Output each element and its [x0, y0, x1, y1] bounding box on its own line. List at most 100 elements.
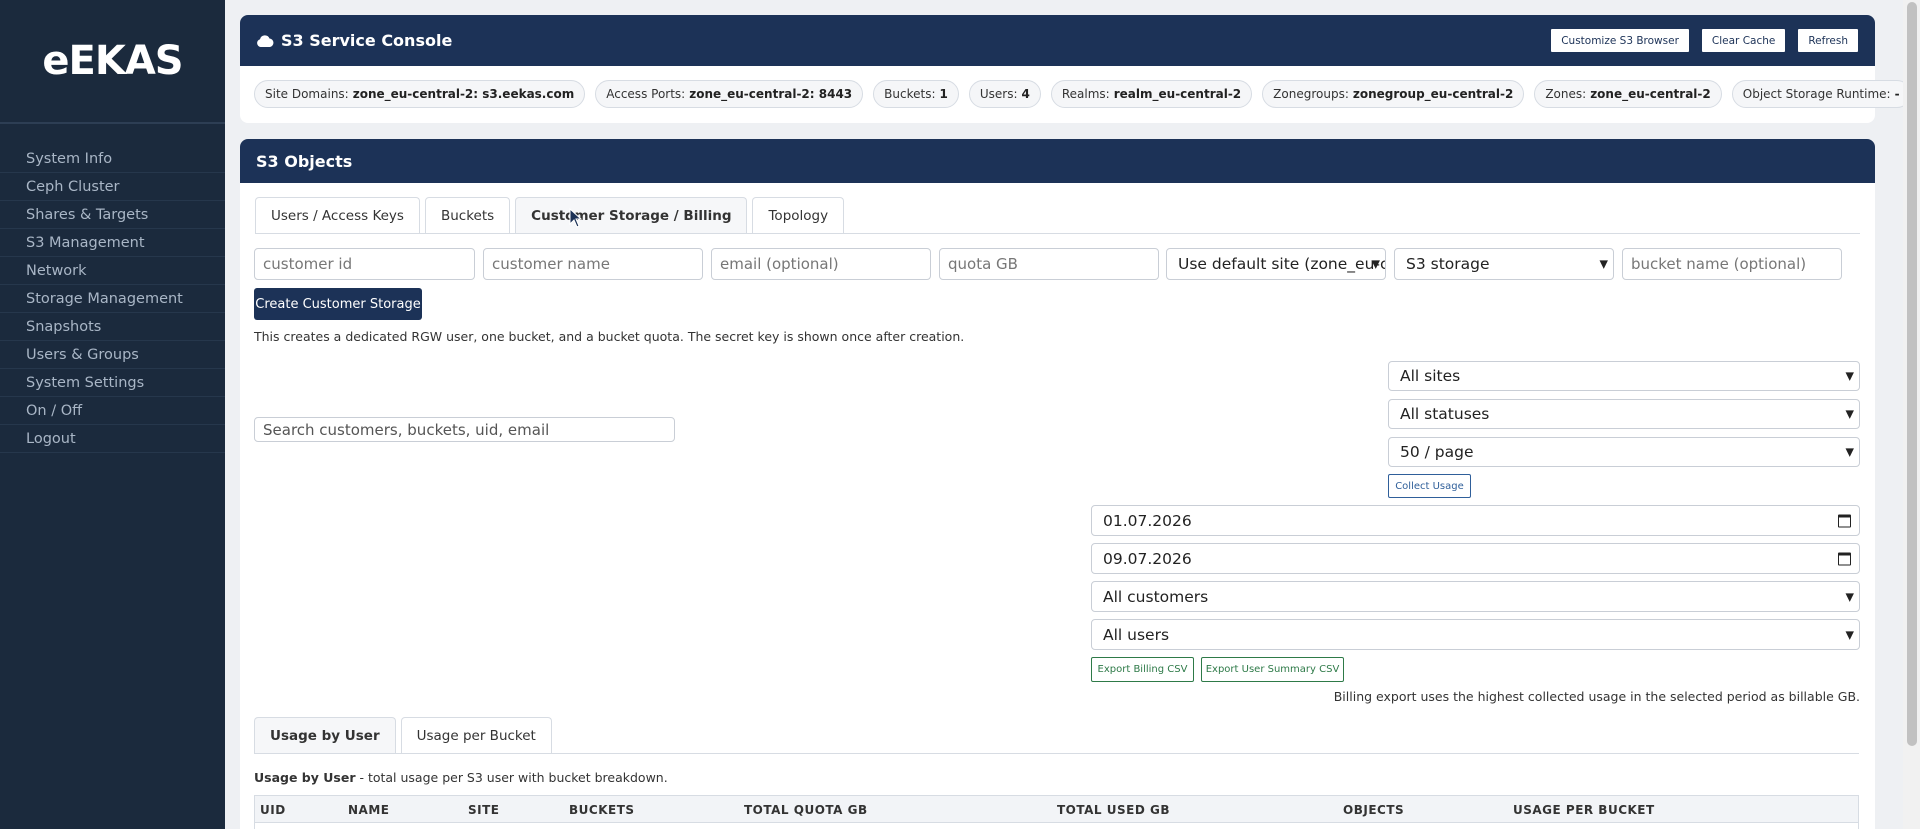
status-filter-value: All statuses: [1400, 405, 1490, 423]
usage-table-header: UID NAME SITE BUCKETS TOTAL QUOTA GB TOT…: [254, 795, 1859, 823]
chip-realms: Realms: realm_eu-central-2: [1050, 80, 1253, 108]
status-chips: Site Domains: zone_eu-central-2: s3.eekas…: [254, 80, 1911, 108]
sidebar-item-system-info[interactable]: System Info: [0, 145, 225, 173]
tab-usage-per-bucket[interactable]: Usage per Bucket: [400, 717, 552, 753]
chip-label: Access Ports:: [606, 87, 686, 101]
chevron-down-icon: ▼: [1845, 628, 1854, 641]
column-header-total-quota-gb[interactable]: TOTAL QUOTA GB: [744, 803, 868, 817]
sidebar-item-logout[interactable]: Logout: [0, 425, 225, 453]
users-filter-select[interactable]: All users ▼: [1091, 619, 1860, 650]
table-row: [254, 823, 1859, 829]
chip-label: Zones:: [1545, 87, 1587, 101]
sidebar-item-snapshots[interactable]: Snapshots: [0, 313, 225, 341]
tab-usage-by-user[interactable]: Usage by User: [254, 717, 396, 753]
sites-filter-select[interactable]: All sites ▼: [1388, 361, 1860, 391]
chip-zonegroups: Zonegroups: zonegroup_eu-central-2: [1262, 80, 1525, 108]
column-header-site[interactable]: SITE: [468, 803, 500, 817]
calendar-icon[interactable]: [1838, 514, 1851, 527]
date-to-value: 09.07.2026: [1103, 549, 1192, 568]
sidebar-item-storage-management[interactable]: Storage Management: [0, 285, 225, 313]
chip-value: -: [1894, 87, 1900, 101]
sidebar-item-ceph-cluster[interactable]: Ceph Cluster: [0, 173, 225, 201]
collect-usage-button[interactable]: Collect Usage: [1388, 474, 1471, 498]
page-size-value: 50 / page: [1400, 443, 1474, 461]
chip-buckets: Buckets: 1: [873, 80, 959, 108]
mouse-cursor-icon: [569, 208, 583, 228]
chip-label: Zonegroups:: [1273, 87, 1349, 101]
quota-gb-input[interactable]: quota GB: [939, 248, 1159, 280]
date-from-value: 01.07.2026: [1103, 511, 1192, 530]
sidebar-item-system-settings[interactable]: System Settings: [0, 369, 225, 397]
column-header-buckets[interactable]: BUCKETS: [569, 803, 635, 817]
chevron-down-icon: ▼: [1845, 445, 1854, 459]
bucket-name-input[interactable]: bucket name (optional): [1622, 248, 1842, 280]
tab-topology[interactable]: Topology: [752, 197, 845, 233]
chevron-down-icon: ▼: [1845, 369, 1854, 383]
column-header-uid[interactable]: UID: [260, 803, 286, 817]
chip-value: 4: [1021, 87, 1030, 101]
clear-cache-button[interactable]: Clear Cache: [1700, 28, 1787, 53]
chip-label: Buckets:: [884, 87, 936, 101]
customers-filter-select[interactable]: All customers ▼: [1091, 581, 1860, 612]
sidebar-item-users-groups[interactable]: Users & Groups: [0, 341, 225, 369]
status-filter-select[interactable]: All statuses ▼: [1388, 399, 1860, 429]
sidebar-nav: System Info Ceph Cluster Shares & Target…: [0, 145, 225, 453]
date-from-input[interactable]: 01.07.2026: [1091, 505, 1860, 536]
usage-tabs: Usage by User Usage per Bucket: [254, 717, 1859, 754]
chip-value: zone_eu-central-2: [1590, 87, 1711, 101]
billing-note: Billing export uses the highest collecte…: [1333, 689, 1860, 704]
search-input[interactable]: Search customers, buckets, uid, email: [254, 417, 675, 442]
date-to-input[interactable]: 09.07.2026: [1091, 543, 1860, 574]
create-customer-storage-button[interactable]: Create Customer Storage: [254, 288, 422, 320]
console-title: S3 Service Console: [281, 31, 453, 50]
sidebar-item-s3-management[interactable]: S3 Management: [0, 229, 225, 257]
refresh-button[interactable]: Refresh: [1797, 28, 1859, 53]
chip-label: Site Domains:: [265, 87, 349, 101]
chip-value: 1: [939, 87, 948, 101]
sidebar-item-network[interactable]: Network: [0, 257, 225, 285]
email-input[interactable]: email (optional): [711, 248, 931, 280]
scrollbar-thumb[interactable]: [1907, 2, 1917, 746]
column-header-total-used-gb[interactable]: TOTAL USED GB: [1057, 803, 1170, 817]
page-scrollbar[interactable]: [1903, 0, 1920, 829]
tab-users-access-keys[interactable]: Users / Access Keys: [255, 197, 420, 233]
logo[interactable]: eEKAS: [0, 0, 225, 124]
chip-value: zone_eu-central-2: 8443: [689, 87, 853, 101]
customers-filter-value: All customers: [1103, 587, 1209, 606]
customer-name-input[interactable]: customer name: [483, 248, 703, 280]
chevron-down-icon: ▼: [1599, 257, 1608, 271]
usage-description-text: - total usage per S3 user with bucket br…: [355, 770, 668, 785]
site-select[interactable]: Use default site (zone_eu-central-2) ▼: [1166, 248, 1386, 280]
chip-site-domains: Site Domains: zone_eu-central-2: s3.eekas…: [254, 80, 586, 108]
calendar-icon[interactable]: [1838, 552, 1851, 565]
logo-text: eEKAS: [42, 38, 183, 84]
storage-type-select[interactable]: S3 storage ▼: [1394, 248, 1614, 280]
column-header-objects[interactable]: OBJECTS: [1343, 803, 1404, 817]
objects-tabs: Users / Access Keys Buckets Customer Sto…: [255, 197, 1860, 234]
chip-label: Realms:: [1061, 87, 1110, 101]
sites-filter-value: All sites: [1400, 367, 1461, 385]
objects-header: S3 Objects: [240, 139, 1875, 183]
sidebar-item-on-off[interactable]: On / Off: [0, 397, 225, 425]
export-user-summary-csv-button[interactable]: Export User Summary CSV: [1201, 657, 1344, 682]
chip-label: Object Storage Runtime:: [1742, 87, 1891, 101]
chevron-down-icon: ▼: [1845, 407, 1854, 421]
chip-value: zonegroup_eu-central-2: [1352, 87, 1514, 101]
chip-users: Users: 4: [968, 80, 1041, 108]
chip-object-storage-runtime: Object Storage Runtime: -: [1731, 80, 1911, 108]
customer-id-input[interactable]: customer id: [254, 248, 475, 280]
create-note: This creates a dedicated RGW user, one b…: [254, 329, 965, 344]
export-billing-csv-button[interactable]: Export Billing CSV: [1091, 657, 1194, 682]
column-header-name[interactable]: NAME: [348, 803, 389, 817]
chevron-down-icon: ▼: [1845, 590, 1854, 603]
tab-buckets[interactable]: Buckets: [424, 197, 511, 233]
sidebar-item-shares-targets[interactable]: Shares & Targets: [0, 201, 225, 229]
tab-customer-storage-billing[interactable]: Customer Storage / Billing: [515, 197, 748, 233]
sidebar: eEKAS System Info Ceph Cluster Shares & …: [0, 0, 225, 829]
customize-s3-browser-button[interactable]: Customize S3 Browser: [1550, 28, 1690, 53]
chip-value: realm_eu-central-2: [1113, 87, 1242, 101]
users-filter-value: All users: [1103, 625, 1170, 644]
console-header-buttons: Customize S3 Browser Clear Cache Refresh: [1550, 28, 1859, 53]
page-size-select[interactable]: 50 / page ▼: [1388, 437, 1860, 467]
column-header-usage-per-bucket[interactable]: USAGE PER BUCKET: [1513, 803, 1655, 817]
